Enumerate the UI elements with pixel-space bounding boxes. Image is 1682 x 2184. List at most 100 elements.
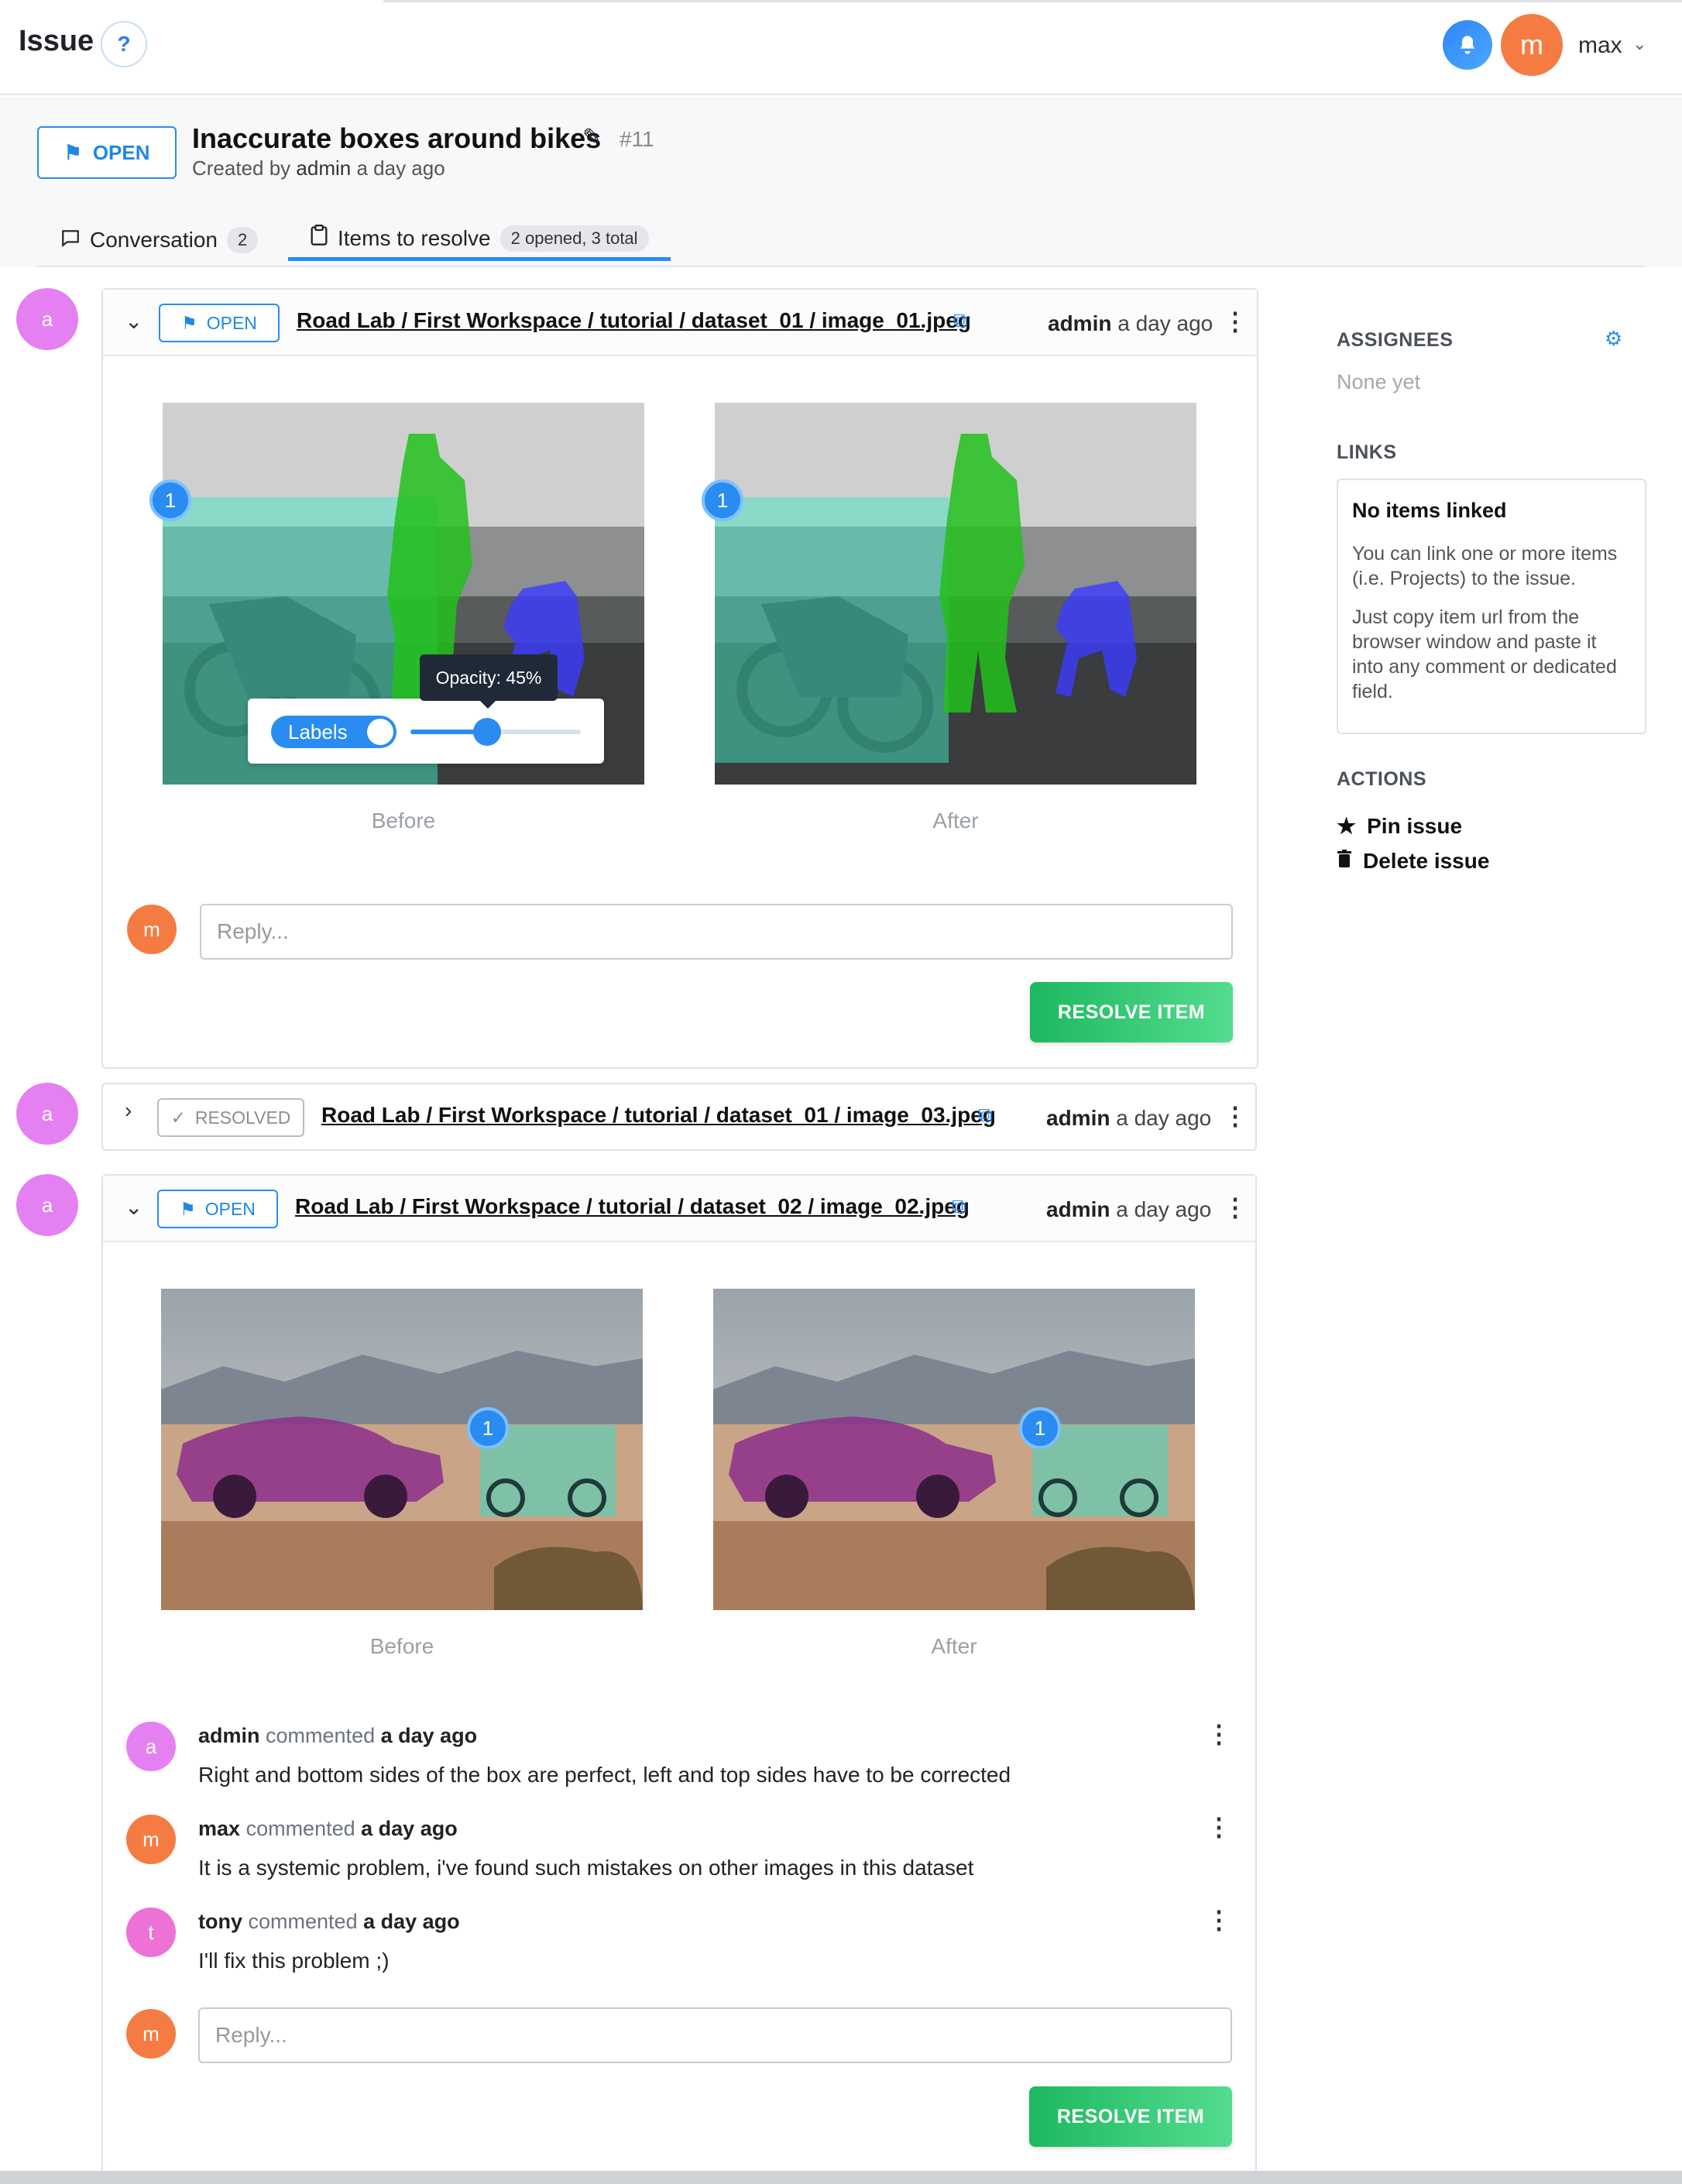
assignees-value: None yet — [1337, 370, 1421, 393]
help-button[interactable]: ? — [101, 21, 147, 67]
before-image[interactable] — [161, 1289, 643, 1610]
annotation-marker[interactable]: 1 — [149, 479, 191, 521]
annotation-marker[interactable]: 1 — [1019, 1407, 1061, 1449]
before-caption: Before — [369, 1634, 434, 1658]
item-status-label: OPEN — [204, 1198, 256, 1219]
trash-icon — [1337, 849, 1352, 874]
annotation-marker[interactable]: 1 — [702, 479, 743, 521]
flag-icon: ⚑ — [64, 140, 82, 164]
comment-time: a day ago — [361, 1817, 458, 1840]
item-when: a day ago — [1116, 1106, 1212, 1130]
issue-created-info: Created by admin a day ago — [192, 156, 445, 180]
issue-status-label: OPEN — [92, 140, 150, 164]
tab-items-label: Items to resolve — [338, 225, 491, 250]
opacity-slider-handle[interactable] — [473, 718, 501, 746]
item-author: admin — [1046, 1197, 1110, 1221]
comment-text: It is a systemic problem, i've found suc… — [198, 1856, 974, 1880]
comment-time: a day ago — [363, 1910, 460, 1933]
chevron-down-icon[interactable]: ⌄ — [1632, 34, 1646, 54]
bottom-scrollbar[interactable] — [0, 2171, 1682, 2184]
issue-status-badge[interactable]: ⚑ OPEN — [37, 126, 177, 179]
toggle-knob — [367, 719, 393, 745]
links-heading: LINKS — [1337, 441, 1397, 463]
more-options-icon[interactable]: ⋮ — [1223, 1193, 1248, 1222]
chevron-down-icon[interactable]: ⌄ — [125, 1194, 142, 1220]
more-options-icon[interactable]: ⋮ — [1207, 1905, 1231, 1935]
comment-author: tony — [198, 1910, 242, 1933]
item-meta: admin a day ago — [1048, 311, 1213, 336]
avatar: a — [16, 1083, 78, 1145]
item-status-badge[interactable]: ⚑ OPEN — [159, 304, 280, 342]
opacity-slider[interactable] — [410, 718, 581, 746]
comment-avatar: a — [126, 1722, 176, 1771]
tab-items-to-resolve[interactable]: Items to resolve 2 opened, 3 total — [288, 219, 671, 261]
item-author: admin — [1048, 311, 1112, 335]
reply-avatar: m — [127, 905, 177, 954]
pin-issue-action[interactable]: ★ Pin issue — [1337, 813, 1462, 839]
avatar: a — [16, 1174, 78, 1236]
pin-issue-label: Pin issue — [1367, 813, 1463, 838]
more-options-icon[interactable]: ⋮ — [1223, 307, 1248, 336]
reply-input[interactable]: Reply... — [198, 2007, 1232, 2063]
comment-text: Right and bottom sides of the box are pe… — [198, 1763, 1011, 1787]
more-options-icon[interactable]: ⋮ — [1207, 1812, 1231, 1842]
issue-number: #11 — [620, 127, 654, 151]
issue-tabs: Conversation 2 Items to resolve 2 opened… — [37, 213, 1645, 267]
page-title: Issue — [19, 25, 94, 57]
item-status-badge[interactable]: ⚑ OPEN — [157, 1190, 278, 1228]
created-when: a day ago — [356, 156, 445, 180]
gear-icon[interactable]: ⚙ — [1605, 327, 1622, 351]
item-card-header: ⌄ ⚑ OPEN Road Lab / First Workspace / tu… — [103, 1176, 1255, 1242]
delete-issue-action[interactable]: Delete issue — [1337, 849, 1489, 874]
comment-verb: commented — [266, 1724, 376, 1747]
comment-verb: commented — [248, 1910, 358, 1933]
resolve-item-button[interactable]: RESOLVE ITEM — [1029, 2086, 1232, 2147]
chevron-right-icon[interactable]: › — [125, 1098, 132, 1123]
after-image[interactable] — [713, 1289, 1195, 1610]
reply-input[interactable]: Reply... — [200, 904, 1233, 960]
chat-bubble-icon — [60, 228, 81, 253]
tab-items-count: 2 opened, 3 total — [499, 225, 649, 252]
check-icon: ✓ — [170, 1107, 186, 1128]
labels-toggle[interactable]: Labels — [271, 716, 396, 748]
star-icon: ★ — [1337, 814, 1357, 838]
clipboard-icon — [310, 225, 328, 252]
item-when: a day ago — [1116, 1197, 1212, 1221]
after-image[interactable] — [715, 403, 1196, 785]
comment-author: max — [198, 1817, 241, 1840]
item-path-link[interactable]: Road Lab / First Workspace / tutorial / … — [297, 308, 971, 333]
comment-header: tony commented a day ago — [198, 1910, 460, 1934]
user-menu-name[interactable]: max — [1578, 33, 1622, 59]
more-options-icon[interactable]: ⋮ — [1223, 1101, 1248, 1131]
chevron-down-icon[interactable]: ⌄ — [125, 308, 142, 334]
external-link-icon[interactable]: ⧉ — [952, 1194, 966, 1219]
after-caption: After — [931, 1634, 977, 1658]
item-status-label: RESOLVED — [194, 1107, 291, 1128]
created-by: admin — [296, 156, 352, 180]
item-status-badge[interactable]: ✓ RESOLVED — [157, 1098, 304, 1137]
comment-header: max commented a day ago — [198, 1817, 458, 1841]
issue-title: Inaccurate boxes around bikes — [192, 122, 602, 154]
item-author: admin — [1046, 1106, 1110, 1130]
resolve-item-button[interactable]: RESOLVE ITEM — [1030, 982, 1233, 1042]
links-description: Just copy item url from the browser wind… — [1352, 606, 1617, 702]
flag-icon: ⚑ — [180, 1198, 196, 1219]
annotation-marker[interactable]: 1 — [467, 1407, 509, 1449]
top-bar: Issue ? m max ⌄ — [0, 0, 1682, 95]
external-link-icon[interactable]: ⧉ — [978, 1103, 993, 1128]
item-card-collapsed: › ✓ RESOLVED Road Lab / First Workspace … — [101, 1083, 1257, 1151]
user-avatar[interactable]: m — [1501, 14, 1563, 76]
created-prefix: Created by — [192, 156, 291, 180]
item-card-header: ⌄ ⚑ OPEN Road Lab / First Workspace / tu… — [103, 290, 1257, 356]
item-path-link[interactable]: Road Lab / First Workspace / tutorial / … — [321, 1103, 996, 1128]
edit-pencil-icon[interactable]: ✎ — [582, 124, 602, 151]
external-link-icon[interactable]: ⧉ — [953, 308, 968, 333]
more-options-icon[interactable]: ⋮ — [1207, 1719, 1231, 1749]
notifications-bell-icon[interactable] — [1443, 20, 1492, 70]
item-path-link[interactable]: Road Lab / First Workspace / tutorial / … — [295, 1194, 970, 1219]
labels-toggle-label: Labels — [288, 719, 348, 743]
comment-avatar: m — [126, 1815, 176, 1864]
tab-conversation[interactable]: Conversation 2 — [60, 219, 259, 261]
reply-avatar: m — [126, 2009, 176, 2059]
avatar: a — [16, 288, 78, 350]
